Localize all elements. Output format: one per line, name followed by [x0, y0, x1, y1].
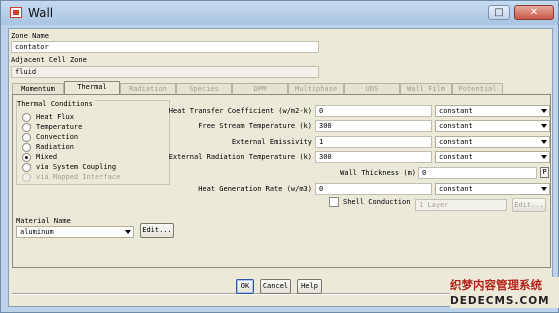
htc-label: Heat Transfer Coefficient (w/m2-k) — [168, 107, 312, 115]
htc-input[interactable]: 0 — [315, 105, 432, 117]
external-radiation-temp-input[interactable]: 300 — [315, 151, 432, 163]
chevron-down-icon — [541, 187, 547, 191]
radio-label: Heat Flux — [36, 113, 74, 121]
tab-multiphase: Multiphase — [288, 83, 344, 94]
htc-method-select[interactable]: constant — [435, 105, 550, 117]
ok-button[interactable]: OK — [236, 279, 254, 294]
radio-label: Convection — [36, 133, 79, 141]
material-edit-button[interactable]: Edit... — [140, 223, 174, 238]
wall-thickness-label: Wall Thickness (m) — [340, 169, 416, 177]
shell-conduction-checkbox[interactable] — [329, 197, 339, 207]
shell-conduction-edit-button: Edit... — [512, 198, 546, 212]
title-bar[interactable]: Wall □ ✕ — [1, 1, 558, 25]
free-stream-temp-input[interactable]: 300 — [315, 120, 432, 132]
heat-generation-rate-label: Heat Generation Rate (w/m3) — [198, 185, 312, 193]
heat-generation-rate-method-select[interactable]: constant — [435, 183, 550, 195]
radio-button[interactable] — [22, 143, 31, 152]
thermal-tab-panel: Thermal Conditions Heat Flux Temperature… — [12, 94, 551, 268]
watermark-line-1: 织梦内容管理系统 — [450, 277, 559, 294]
free-stream-temp-method-value: constant — [439, 122, 473, 130]
radio-button-disabled — [22, 173, 31, 182]
chevron-down-icon — [541, 140, 547, 144]
material-name-label: Material Name — [16, 217, 71, 225]
wall-thickness-parameter-button[interactable]: P — [540, 167, 549, 178]
tab-species: Species — [176, 83, 232, 94]
radio-button-selected[interactable] — [22, 153, 31, 162]
radio-button[interactable] — [22, 113, 31, 122]
htc-method-value: constant — [439, 107, 473, 115]
chevron-down-icon — [541, 124, 547, 128]
maximize-button[interactable]: □ — [488, 5, 510, 20]
tab-wall-film: Wall Film — [400, 83, 452, 94]
external-emissivity-input[interactable]: 1 — [315, 136, 432, 148]
adjacent-cell-zone-field: fluid — [11, 66, 319, 78]
radio-label: via Mapped Interface — [36, 173, 121, 181]
radio-label: via System Coupling — [36, 163, 117, 171]
free-stream-temp-method-select[interactable]: constant — [435, 120, 550, 132]
cancel-button[interactable]: Cancel — [260, 279, 291, 294]
external-radiation-temp-label: External Radiation Temperature (k) — [168, 153, 312, 161]
chevron-down-icon — [541, 155, 547, 159]
watermark-line-2: DEDECMS.COM — [450, 294, 559, 308]
thermal-conditions-group: Thermal Conditions Heat Flux Temperature… — [16, 100, 170, 185]
radio-label: Temperature — [36, 123, 83, 131]
tab-thermal[interactable]: Thermal — [64, 81, 120, 94]
heat-generation-rate-input[interactable]: 0 — [315, 183, 432, 195]
free-stream-temp-label: Free Stream Temperature (k) — [198, 122, 312, 130]
wall-dialog: Wall □ ✕ Zone Name contator Adjacent Cel… — [0, 0, 559, 313]
tab-uds: UDS — [344, 83, 400, 94]
tab-dpm: DPM — [232, 83, 288, 94]
close-button[interactable]: ✕ — [514, 5, 554, 20]
help-button[interactable]: Help — [297, 279, 322, 294]
external-emissivity-method-value: constant — [439, 138, 473, 146]
zone-name-input[interactable]: contator — [11, 41, 319, 53]
chevron-down-icon — [125, 230, 131, 234]
thermal-conditions-title: Thermal Conditions — [17, 100, 95, 108]
window-title: Wall — [28, 6, 54, 20]
external-emissivity-method-select[interactable]: constant — [435, 136, 550, 148]
radio-label: Radiation — [36, 143, 74, 151]
radio-button[interactable] — [22, 133, 31, 142]
tab-potential: Potential — [452, 83, 503, 94]
external-emissivity-label: External Emissivity — [231, 138, 312, 146]
heat-generation-rate-method-value: constant — [439, 185, 473, 193]
dialog-client: Zone Name contator Adjacent Cell Zone fl… — [8, 28, 553, 307]
tab-momentum[interactable]: Momentum — [12, 83, 64, 94]
material-name-value: aluminum — [20, 228, 54, 236]
radio-label: Mixed — [36, 153, 58, 161]
external-radiation-temp-method-value: constant — [439, 153, 473, 161]
zone-name-label: Zone Name — [11, 32, 49, 40]
external-radiation-temp-method-select[interactable]: constant — [435, 151, 550, 163]
adjacent-cell-zone-label: Adjacent Cell Zone — [11, 56, 87, 64]
radio-button[interactable] — [22, 123, 31, 132]
layer-count-field: 1 Layer — [415, 199, 507, 211]
material-name-select[interactable]: aluminum — [16, 226, 134, 238]
radio-button[interactable] — [22, 163, 31, 172]
chevron-down-icon — [541, 109, 547, 113]
wall-thickness-input[interactable]: 0 — [418, 167, 537, 179]
tab-radiation: Radiation — [120, 83, 176, 94]
app-icon — [10, 7, 22, 18]
shell-conduction-label: Shell Conduction — [343, 198, 411, 206]
